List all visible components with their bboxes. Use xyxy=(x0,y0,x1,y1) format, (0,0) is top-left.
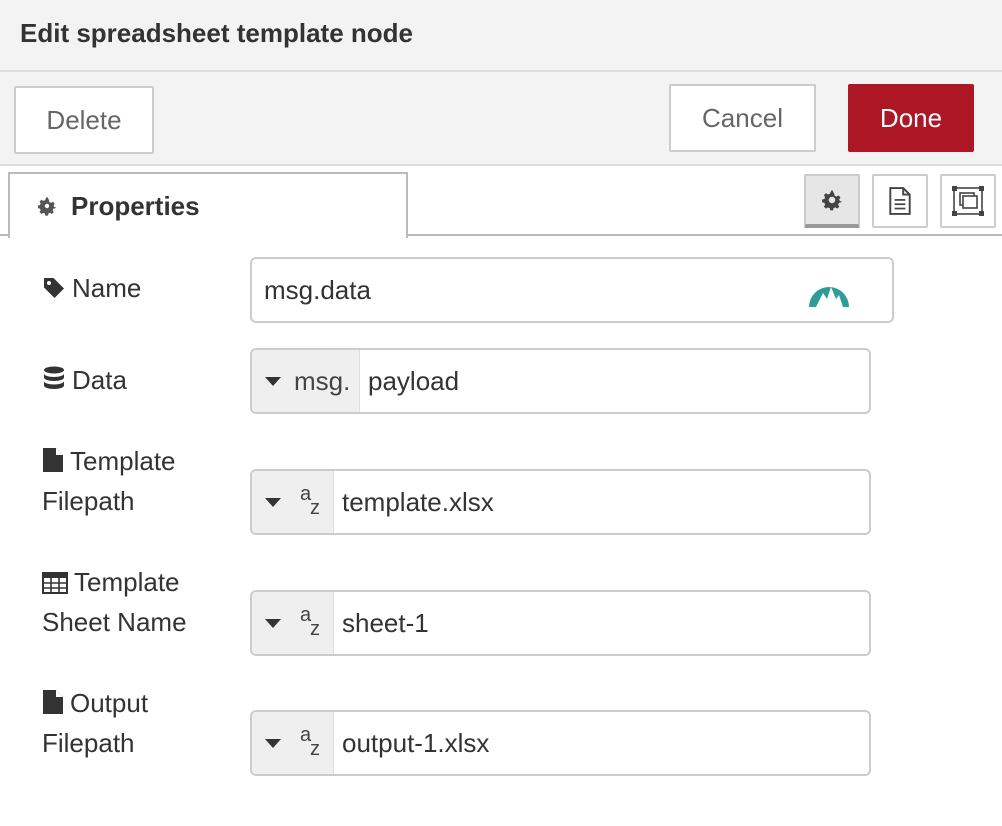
table-icon xyxy=(42,572,68,594)
data-input[interactable]: payload xyxy=(368,350,459,412)
sheet-name-input[interactable]: sheet-1 xyxy=(342,592,429,654)
data-type-selector[interactable]: msg. xyxy=(252,350,360,412)
data-label: Data xyxy=(42,360,127,400)
name-label-text: Name xyxy=(72,273,142,303)
template-filepath-field[interactable]: az template.xlsx xyxy=(250,469,871,535)
tab-properties[interactable]: Properties xyxy=(8,172,408,238)
sheet-name-type-selector[interactable]: az xyxy=(252,592,334,654)
tag-icon xyxy=(44,278,64,298)
done-button[interactable]: Done xyxy=(848,84,974,152)
mountain-badge-icon[interactable] xyxy=(808,271,850,309)
appearance-icon xyxy=(952,186,984,216)
dialog-toolbar: Delete Cancel Done xyxy=(0,72,1002,166)
template-filepath-input[interactable]: template.xlsx xyxy=(342,471,494,533)
template-filepath-label: Template Filepath xyxy=(42,441,176,521)
dialog-title: Edit spreadsheet template node xyxy=(20,18,413,48)
node-settings-button[interactable] xyxy=(804,174,860,228)
output-filepath-label-line2: Filepath xyxy=(42,728,135,758)
string-type-icon: az xyxy=(300,604,324,640)
name-label: Name xyxy=(42,268,141,308)
sheet-name-field[interactable]: az sheet-1 xyxy=(250,590,871,656)
file-icon xyxy=(43,690,63,714)
delete-button[interactable]: Delete xyxy=(14,86,154,154)
database-icon xyxy=(44,366,64,389)
gear-icon xyxy=(37,196,57,216)
output-filepath-input[interactable]: output-1.xlsx xyxy=(342,712,489,774)
string-type-z: z xyxy=(310,738,320,760)
output-filepath-label: Output Filepath xyxy=(42,683,148,763)
chevron-down-icon xyxy=(265,498,281,507)
tab-bar: Properties xyxy=(0,166,1002,238)
chevron-down-icon xyxy=(265,739,281,748)
document-icon xyxy=(889,187,911,215)
node-description-button[interactable] xyxy=(872,174,928,228)
template-filepath-label-line2: Filepath xyxy=(42,486,135,516)
dialog-titlebar: Edit spreadsheet template node xyxy=(0,0,1002,72)
chevron-down-icon xyxy=(265,619,281,628)
string-type-icon: az xyxy=(300,483,324,519)
gear-icon xyxy=(822,189,843,211)
output-filepath-field[interactable]: az output-1.xlsx xyxy=(250,710,871,776)
output-filepath-label-line1: Output xyxy=(70,688,149,718)
template-filepath-label-line1: Template xyxy=(70,446,176,476)
name-field[interactable]: msg.data xyxy=(250,257,894,323)
tab-properties-label: Properties xyxy=(71,190,200,221)
string-type-z: z xyxy=(310,497,320,519)
data-field[interactable]: msg. payload xyxy=(250,348,871,414)
string-type-z: z xyxy=(310,618,320,640)
string-type-icon: az xyxy=(300,724,324,760)
name-input[interactable]: msg.data xyxy=(264,259,371,321)
node-appearance-button[interactable] xyxy=(940,174,996,228)
file-icon xyxy=(43,448,63,472)
output-filepath-type-selector[interactable]: az xyxy=(252,712,334,774)
sheet-name-label-line2: Sheet Name xyxy=(42,607,187,637)
sheet-name-label: Template Sheet Name xyxy=(42,562,187,642)
cancel-button[interactable]: Cancel xyxy=(669,84,816,152)
sheet-name-label-line1: Template xyxy=(74,567,180,597)
chevron-down-icon xyxy=(265,377,281,386)
data-type-prefix: msg. xyxy=(294,366,351,396)
template-filepath-type-selector[interactable]: az xyxy=(252,471,334,533)
data-label-text: Data xyxy=(72,365,127,395)
